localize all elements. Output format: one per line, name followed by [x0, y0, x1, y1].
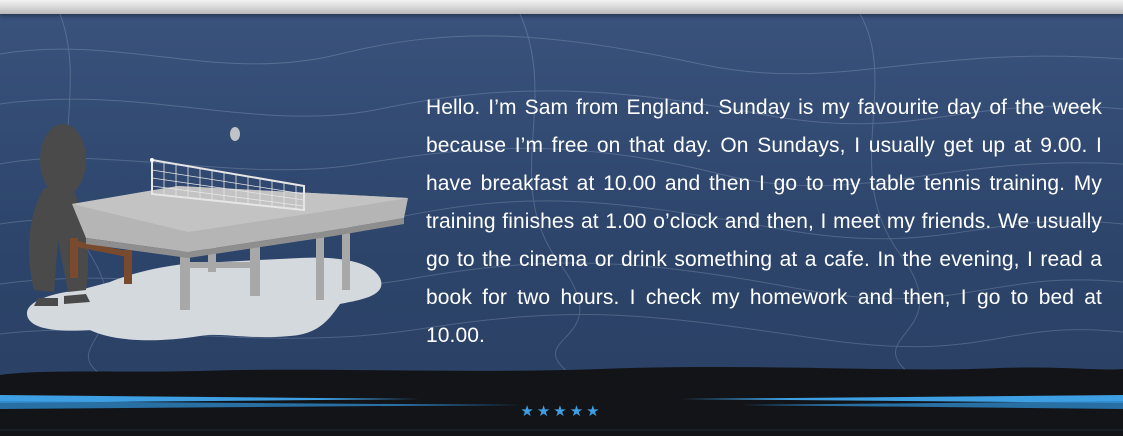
story-paragraph: Hello. I’m Sam from England. Sunday is m… — [426, 96, 1102, 347]
ball — [230, 127, 240, 141]
footer-band — [0, 367, 1123, 436]
rating-stars: ★★★★★ — [520, 402, 603, 420]
story-banner: Hello. I’m Sam from England. Sunday is m… — [0, 0, 1123, 436]
